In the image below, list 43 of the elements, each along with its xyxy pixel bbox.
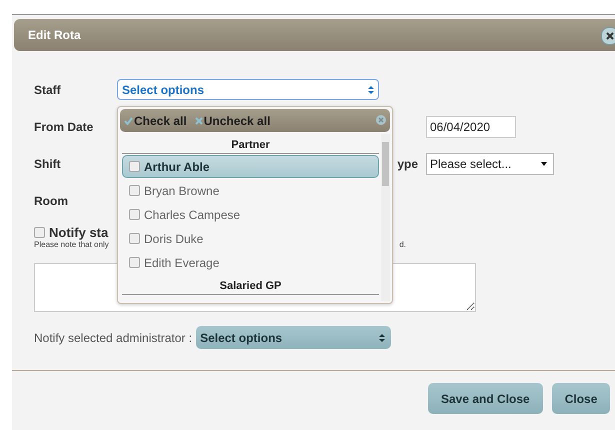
check-all-link[interactable]: Check all bbox=[124, 114, 187, 128]
staff-option[interactable]: Doris Duke bbox=[122, 227, 379, 250]
group-header: Salaried GP bbox=[122, 275, 379, 295]
check-icon bbox=[124, 116, 133, 124]
admin-label: Notify selected administrator : bbox=[34, 330, 192, 344]
option-label: Doris Duke bbox=[144, 232, 204, 246]
note-text: Please note that only bbox=[34, 240, 109, 249]
scrollbar[interactable] bbox=[381, 134, 390, 301]
field-label: Staff bbox=[34, 82, 62, 96]
staff-option[interactable]: Arthur Able bbox=[122, 155, 379, 178]
save-button[interactable]: Save and Close bbox=[428, 383, 543, 414]
notify-label: Notify sta bbox=[49, 225, 108, 240]
note-text: d. bbox=[399, 240, 406, 249]
dialog-title: Edit Rota bbox=[28, 28, 81, 42]
field-label: Shift bbox=[34, 156, 62, 170]
option-label: Charles Campese bbox=[144, 208, 240, 222]
x-icon bbox=[194, 116, 203, 124]
updown-icon bbox=[379, 334, 386, 342]
field-label: Room bbox=[34, 194, 69, 208]
date-field[interactable]: 06/04/2020 bbox=[426, 116, 516, 138]
checkbox[interactable] bbox=[129, 257, 140, 268]
checkbox[interactable] bbox=[129, 233, 140, 244]
staff-select[interactable]: Select options bbox=[117, 79, 379, 100]
checkbox[interactable] bbox=[129, 209, 140, 220]
group-header: Partner bbox=[122, 134, 379, 154]
staff-option[interactable]: Charles Campese bbox=[122, 203, 379, 226]
close-button[interactable]: Close bbox=[552, 383, 610, 414]
option-label: Arthur Able bbox=[144, 160, 210, 174]
caret-icon bbox=[541, 162, 547, 166]
field-label: From Date bbox=[34, 120, 94, 134]
option-label: Edith Everage bbox=[144, 256, 220, 270]
type-select[interactable]: Please select... bbox=[426, 152, 554, 174]
admin-select[interactable]: Select options bbox=[196, 326, 392, 349]
uncheck-all-link[interactable]: Uncheck all bbox=[194, 114, 270, 128]
staff-option[interactable]: Bryan Browne bbox=[122, 179, 379, 202]
updown-icon bbox=[368, 86, 374, 94]
checkbox[interactable] bbox=[129, 185, 140, 196]
staff-option[interactable]: Edith Everage bbox=[122, 251, 379, 274]
checkbox[interactable] bbox=[34, 227, 45, 238]
close-icon[interactable] bbox=[601, 27, 615, 45]
checkbox[interactable] bbox=[129, 161, 140, 172]
option-label: Bryan Browne bbox=[144, 184, 220, 198]
field-label: ype bbox=[397, 156, 418, 170]
